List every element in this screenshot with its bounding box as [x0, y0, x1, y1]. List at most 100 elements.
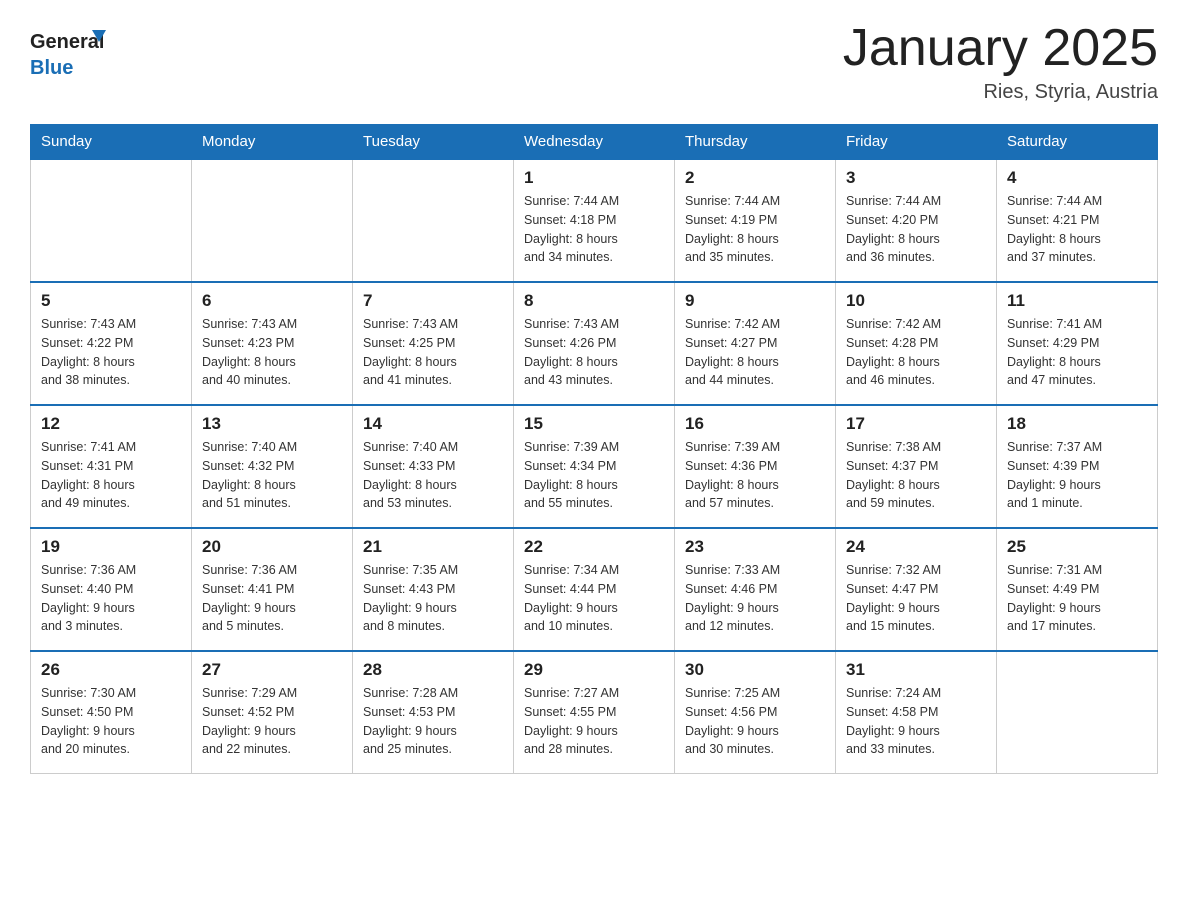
week-row-1: 1 Sunrise: 7:44 AM Sunset: 4:18 PM Daylig… — [31, 159, 1158, 282]
day-info: Sunrise: 7:39 AM Sunset: 4:34 PM Dayligh… — [524, 438, 664, 513]
day-cell: 2 Sunrise: 7:44 AM Sunset: 4:19 PM Daylig… — [675, 159, 836, 282]
day-number: 30 — [685, 660, 825, 680]
day-cell — [997, 651, 1158, 774]
day-info: Sunrise: 7:28 AM Sunset: 4:53 PM Dayligh… — [363, 684, 503, 759]
day-number: 11 — [1007, 291, 1147, 311]
weekday-header-monday: Monday — [192, 125, 353, 160]
day-number: 19 — [41, 537, 181, 557]
day-number: 5 — [41, 291, 181, 311]
day-number: 12 — [41, 414, 181, 434]
day-cell: 19 Sunrise: 7:36 AM Sunset: 4:40 PM Dayli… — [31, 528, 192, 651]
day-cell: 15Sunrise: 7:39 AM Sunset: 4:34 PM Dayli… — [514, 405, 675, 528]
day-cell: 12 Sunrise: 7:41 AM Sunset: 4:31 PM Dayli… — [31, 405, 192, 528]
week-row-4: 19 Sunrise: 7:36 AM Sunset: 4:40 PM Dayli… — [31, 528, 1158, 651]
day-cell: 14 Sunrise: 7:40 AM Sunset: 4:33 PM Dayli… — [353, 405, 514, 528]
day-number: 7 — [363, 291, 503, 311]
day-number: 3 — [846, 168, 986, 188]
calendar-subtitle: Ries, Styria, Austria — [843, 81, 1158, 104]
day-number: 21 — [363, 537, 503, 557]
day-cell — [353, 159, 514, 282]
day-number: 23 — [685, 537, 825, 557]
weekday-header-friday: Friday — [836, 125, 997, 160]
day-cell: 23 Sunrise: 7:33 AM Sunset: 4:46 PM Dayli… — [675, 528, 836, 651]
day-info: Sunrise: 7:33 AM Sunset: 4:46 PM Dayligh… — [685, 561, 825, 636]
day-number: 9 — [685, 291, 825, 311]
day-cell: 26 Sunrise: 7:30 AM Sunset: 4:50 PM Dayli… — [31, 651, 192, 774]
day-info: Sunrise: 7:43 AM Sunset: 4:26 PM Dayligh… — [524, 315, 664, 390]
day-cell: 18Sunrise: 7:37 AM Sunset: 4:39 PM Dayli… — [997, 405, 1158, 528]
day-info: Sunrise: 7:34 AM Sunset: 4:44 PM Dayligh… — [524, 561, 664, 636]
day-info: Sunrise: 7:39 AM Sunset: 4:36 PM Dayligh… — [685, 438, 825, 513]
weekday-header-saturday: Saturday — [997, 125, 1158, 160]
day-info: Sunrise: 7:43 AM Sunset: 4:25 PM Dayligh… — [363, 315, 503, 390]
weekday-header-row: SundayMondayTuesdayWednesdayThursdayFrid… — [31, 125, 1158, 160]
day-cell: 3 Sunrise: 7:44 AM Sunset: 4:20 PM Daylig… — [836, 159, 997, 282]
day-number: 2 — [685, 168, 825, 188]
day-info: Sunrise: 7:30 AM Sunset: 4:50 PM Dayligh… — [41, 684, 181, 759]
day-cell: 13 Sunrise: 7:40 AM Sunset: 4:32 PM Dayli… — [192, 405, 353, 528]
day-number: 31 — [846, 660, 986, 680]
day-number: 22 — [524, 537, 664, 557]
calendar-title: January 2025 — [843, 20, 1158, 77]
day-cell: 17Sunrise: 7:38 AM Sunset: 4:37 PM Dayli… — [836, 405, 997, 528]
day-number: 13 — [202, 414, 342, 434]
day-cell: 10 Sunrise: 7:42 AM Sunset: 4:28 PM Dayli… — [836, 282, 997, 405]
day-info: Sunrise: 7:27 AM Sunset: 4:55 PM Dayligh… — [524, 684, 664, 759]
day-number: 27 — [202, 660, 342, 680]
day-number: 25 — [1007, 537, 1147, 557]
day-cell: 5Sunrise: 7:43 AM Sunset: 4:22 PM Daylig… — [31, 282, 192, 405]
day-info: Sunrise: 7:44 AM Sunset: 4:18 PM Dayligh… — [524, 192, 664, 267]
title-area: January 2025 Ries, Styria, Austria — [843, 20, 1158, 104]
day-info: Sunrise: 7:40 AM Sunset: 4:32 PM Dayligh… — [202, 438, 342, 513]
weekday-header-thursday: Thursday — [675, 125, 836, 160]
day-number: 26 — [41, 660, 181, 680]
day-info: Sunrise: 7:25 AM Sunset: 4:56 PM Dayligh… — [685, 684, 825, 759]
day-cell: 25Sunrise: 7:31 AM Sunset: 4:49 PM Dayli… — [997, 528, 1158, 651]
logo: General Blue — [30, 20, 110, 90]
day-cell: 29 Sunrise: 7:27 AM Sunset: 4:55 PM Dayli… — [514, 651, 675, 774]
day-cell: 6 Sunrise: 7:43 AM Sunset: 4:23 PM Daylig… — [192, 282, 353, 405]
day-info: Sunrise: 7:42 AM Sunset: 4:28 PM Dayligh… — [846, 315, 986, 390]
day-info: Sunrise: 7:44 AM Sunset: 4:19 PM Dayligh… — [685, 192, 825, 267]
day-info: Sunrise: 7:40 AM Sunset: 4:33 PM Dayligh… — [363, 438, 503, 513]
day-cell: 9Sunrise: 7:42 AM Sunset: 4:27 PM Daylig… — [675, 282, 836, 405]
day-info: Sunrise: 7:43 AM Sunset: 4:23 PM Dayligh… — [202, 315, 342, 390]
weekday-header-tuesday: Tuesday — [353, 125, 514, 160]
day-cell: 30 Sunrise: 7:25 AM Sunset: 4:56 PM Dayli… — [675, 651, 836, 774]
day-cell: 16 Sunrise: 7:39 AM Sunset: 4:36 PM Dayli… — [675, 405, 836, 528]
day-number: 1 — [524, 168, 664, 188]
day-info: Sunrise: 7:24 AM Sunset: 4:58 PM Dayligh… — [846, 684, 986, 759]
svg-text:Blue: Blue — [30, 57, 73, 79]
day-number: 10 — [846, 291, 986, 311]
day-info: Sunrise: 7:38 AM Sunset: 4:37 PM Dayligh… — [846, 438, 986, 513]
day-info: Sunrise: 7:36 AM Sunset: 4:41 PM Dayligh… — [202, 561, 342, 636]
day-info: Sunrise: 7:29 AM Sunset: 4:52 PM Dayligh… — [202, 684, 342, 759]
weekday-header-sunday: Sunday — [31, 125, 192, 160]
day-number: 14 — [363, 414, 503, 434]
day-cell: 21Sunrise: 7:35 AM Sunset: 4:43 PM Dayli… — [353, 528, 514, 651]
header: General Blue January 2025 Ries, Styria, … — [30, 20, 1158, 104]
day-info: Sunrise: 7:36 AM Sunset: 4:40 PM Dayligh… — [41, 561, 181, 636]
day-number: 24 — [846, 537, 986, 557]
day-number: 6 — [202, 291, 342, 311]
calendar-table: SundayMondayTuesdayWednesdayThursdayFrid… — [30, 124, 1158, 774]
day-cell — [31, 159, 192, 282]
day-cell: 28Sunrise: 7:28 AM Sunset: 4:53 PM Dayli… — [353, 651, 514, 774]
day-cell: 31 Sunrise: 7:24 AM Sunset: 4:58 PM Dayli… — [836, 651, 997, 774]
day-info: Sunrise: 7:41 AM Sunset: 4:29 PM Dayligh… — [1007, 315, 1147, 390]
day-cell: 27 Sunrise: 7:29 AM Sunset: 4:52 PM Dayli… — [192, 651, 353, 774]
day-cell: 20Sunrise: 7:36 AM Sunset: 4:41 PM Dayli… — [192, 528, 353, 651]
week-row-3: 12 Sunrise: 7:41 AM Sunset: 4:31 PM Dayli… — [31, 405, 1158, 528]
day-number: 29 — [524, 660, 664, 680]
week-row-2: 5Sunrise: 7:43 AM Sunset: 4:22 PM Daylig… — [31, 282, 1158, 405]
day-cell: 1 Sunrise: 7:44 AM Sunset: 4:18 PM Daylig… — [514, 159, 675, 282]
day-cell — [192, 159, 353, 282]
day-info: Sunrise: 7:41 AM Sunset: 4:31 PM Dayligh… — [41, 438, 181, 513]
day-cell: 11 Sunrise: 7:41 AM Sunset: 4:29 PM Dayli… — [997, 282, 1158, 405]
logo-icon: General Blue — [30, 20, 110, 90]
day-cell: 22 Sunrise: 7:34 AM Sunset: 4:44 PM Dayli… — [514, 528, 675, 651]
day-cell: 7 Sunrise: 7:43 AM Sunset: 4:25 PM Daylig… — [353, 282, 514, 405]
day-number: 16 — [685, 414, 825, 434]
day-info: Sunrise: 7:44 AM Sunset: 4:20 PM Dayligh… — [846, 192, 986, 267]
day-number: 18 — [1007, 414, 1147, 434]
